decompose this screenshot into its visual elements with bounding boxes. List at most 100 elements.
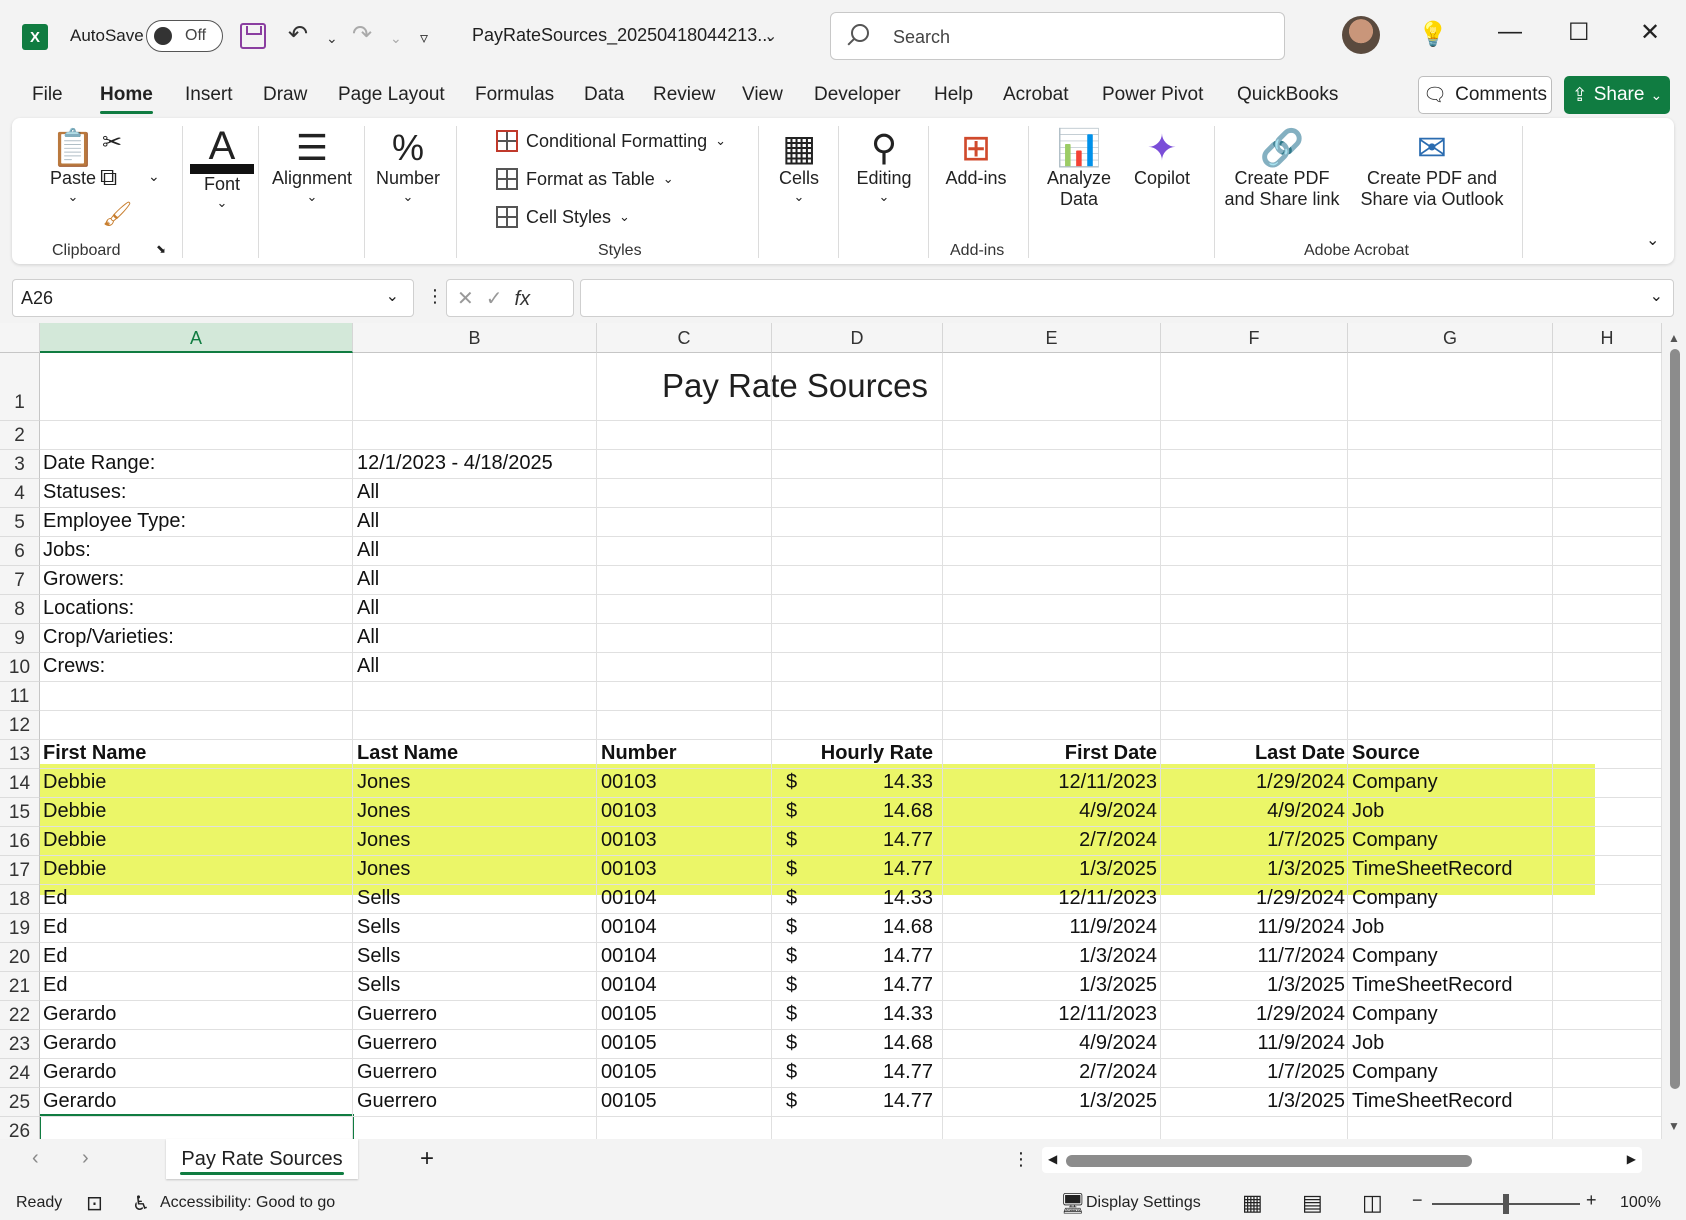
hourly-rate-cell[interactable]: 14.33 (772, 887, 933, 910)
first-name-cell[interactable]: Debbie (43, 771, 106, 794)
column-title[interactable]: First Date (943, 742, 1157, 765)
copy-icon[interactable]: ⧉ (100, 164, 117, 192)
row-header-23[interactable]: 23 (0, 1030, 40, 1059)
hourly-rate-cell[interactable]: 14.68 (772, 916, 933, 939)
source-cell[interactable]: Company (1352, 1061, 1438, 1084)
number-cell[interactable]: 00103 (601, 858, 657, 881)
hourly-rate-cell[interactable]: 14.33 (772, 1003, 933, 1026)
first-name-cell[interactable]: Debbie (43, 800, 106, 823)
last-name-cell[interactable]: Sells (357, 974, 400, 997)
first-date-cell[interactable]: 12/11/2023 (943, 1003, 1157, 1026)
number-cell[interactable]: 00103 (601, 800, 657, 823)
last-date-cell[interactable]: 1/29/2024 (1161, 771, 1345, 794)
expand-formula-bar-icon[interactable]: ⌄ (1650, 286, 1663, 306)
paste-button[interactable]: 📋 Paste ⌄ (38, 128, 108, 205)
source-cell[interactable]: TimeSheetRecord (1352, 974, 1512, 997)
param-value[interactable]: All (357, 539, 379, 562)
tab-home[interactable]: Home (100, 84, 153, 114)
add-sheet-button[interactable]: + (420, 1145, 434, 1173)
cell-styles-button[interactable]: Cell Styles ⌄ (496, 206, 630, 228)
row-header-9[interactable]: 9 (0, 624, 40, 653)
last-name-cell[interactable]: Jones (357, 858, 410, 881)
last-date-cell[interactable]: 1/3/2025 (1161, 1090, 1345, 1113)
alignment-button[interactable]: ☰ Alignment ⌄ (264, 128, 360, 205)
number-cell[interactable]: 00104 (601, 974, 657, 997)
column-title[interactable]: Last Name (357, 742, 458, 765)
tab-acrobat[interactable]: Acrobat (1003, 84, 1068, 106)
formula-input[interactable]: ⌄ (580, 279, 1674, 317)
last-date-cell[interactable]: 1/7/2025 (1161, 1061, 1345, 1084)
sheet-tab-pay-rate-sources[interactable]: Pay Rate Sources (166, 1139, 358, 1179)
selected-cell[interactable] (39, 1114, 354, 1139)
column-title[interactable]: Hourly Rate (772, 742, 933, 765)
zoom-out-icon[interactable]: − (1412, 1190, 1423, 1211)
share-button[interactable]: ⇪ Share ⌄ (1564, 76, 1670, 114)
more-options-icon[interactable]: ⋮ (1012, 1149, 1030, 1170)
undo-icon[interactable]: ↶ (288, 20, 308, 49)
editing-button[interactable]: ⚲ Editing ⌄ (844, 128, 924, 205)
format-painter-icon[interactable]: 🖌 (102, 200, 132, 229)
tab-help[interactable]: Help (934, 84, 973, 106)
hourly-rate-cell[interactable]: 14.68 (772, 1032, 933, 1055)
first-date-cell[interactable]: 12/11/2023 (943, 887, 1157, 910)
scroll-thumb[interactable] (1670, 349, 1680, 1089)
last-name-cell[interactable]: Jones (357, 829, 410, 852)
name-box[interactable]: A26 ⌄ (12, 279, 414, 317)
number-cell[interactable]: 00104 (601, 945, 657, 968)
select-all-corner[interactable] (0, 323, 40, 353)
first-name-cell[interactable]: Ed (43, 916, 67, 939)
zoom-in-icon[interactable]: + (1586, 1190, 1597, 1211)
vertical-scrollbar[interactable]: ▲ ▼ (1664, 323, 1686, 1139)
sheet-title[interactable]: Pay Rate Sources (40, 367, 1550, 405)
chevron-down-icon[interactable]: ⌄ (386, 286, 399, 306)
display-settings[interactable]: Display Settings (1086, 1194, 1201, 1212)
first-date-cell[interactable]: 2/7/2024 (943, 829, 1157, 852)
lightbulb-icon[interactable]: 💡 (1418, 20, 1448, 49)
row-header-21[interactable]: 21 (0, 972, 40, 1001)
hourly-rate-cell[interactable]: 14.77 (772, 1061, 933, 1084)
row-header-16[interactable]: 16 (0, 827, 40, 856)
first-date-cell[interactable]: 2/7/2024 (943, 1061, 1157, 1084)
row-header-18[interactable]: 18 (0, 885, 40, 914)
column-title[interactable]: Number (601, 742, 677, 765)
column-title[interactable]: Source (1352, 742, 1420, 765)
first-name-cell[interactable]: Debbie (43, 858, 106, 881)
customize-toolbar-icon[interactable]: ▿ (420, 28, 428, 48)
last-name-cell[interactable]: Guerrero (357, 1090, 437, 1113)
row-header-20[interactable]: 20 (0, 943, 40, 972)
last-date-cell[interactable]: 11/7/2024 (1161, 945, 1346, 968)
first-date-cell[interactable]: 1/3/2024 (943, 945, 1157, 968)
autosave-toggle[interactable]: Off (146, 20, 223, 52)
last-date-cell[interactable]: 11/9/2024 (1161, 916, 1346, 939)
last-name-cell[interactable]: Jones (357, 771, 410, 794)
number-cell[interactable]: 00104 (601, 916, 657, 939)
row-header-2[interactable]: 2 (0, 421, 40, 450)
number-cell[interactable]: 00103 (601, 829, 657, 852)
hourly-rate-cell[interactable]: 14.77 (772, 829, 933, 852)
scroll-right-icon[interactable]: ▶ (1627, 1152, 1636, 1166)
source-cell[interactable]: Job (1352, 800, 1384, 823)
last-name-cell[interactable]: Jones (357, 800, 410, 823)
row-header-6[interactable]: 6 (0, 537, 40, 566)
column-header-h[interactable]: H (1553, 323, 1662, 353)
row-header-3[interactable]: 3 (0, 450, 40, 479)
source-cell[interactable]: Company (1352, 829, 1438, 852)
column-header-a[interactable]: A (40, 323, 353, 353)
param-label[interactable]: Crews: (43, 655, 105, 678)
last-name-cell[interactable]: Guerrero (357, 1032, 437, 1055)
row-header-10[interactable]: 10 (0, 653, 40, 682)
number-cell[interactable]: 00104 (601, 887, 657, 910)
first-date-cell[interactable]: 4/9/2024 (943, 800, 1157, 823)
last-date-cell[interactable]: 1/29/2024 (1161, 1003, 1345, 1026)
macro-record-icon[interactable]: ⊡ (86, 1191, 103, 1216)
scroll-up-icon[interactable]: ▲ (1668, 331, 1680, 345)
row-header-5[interactable]: 5 (0, 508, 40, 537)
first-date-cell[interactable]: 1/3/2025 (943, 858, 1157, 881)
source-cell[interactable]: Company (1352, 771, 1438, 794)
column-header-d[interactable]: D (772, 323, 943, 353)
param-value[interactable]: All (357, 510, 379, 533)
param-label[interactable]: Locations: (43, 597, 134, 620)
save-icon[interactable] (240, 23, 266, 49)
row-header-11[interactable]: 11 (0, 682, 40, 711)
hourly-rate-cell[interactable]: 14.77 (772, 974, 933, 997)
